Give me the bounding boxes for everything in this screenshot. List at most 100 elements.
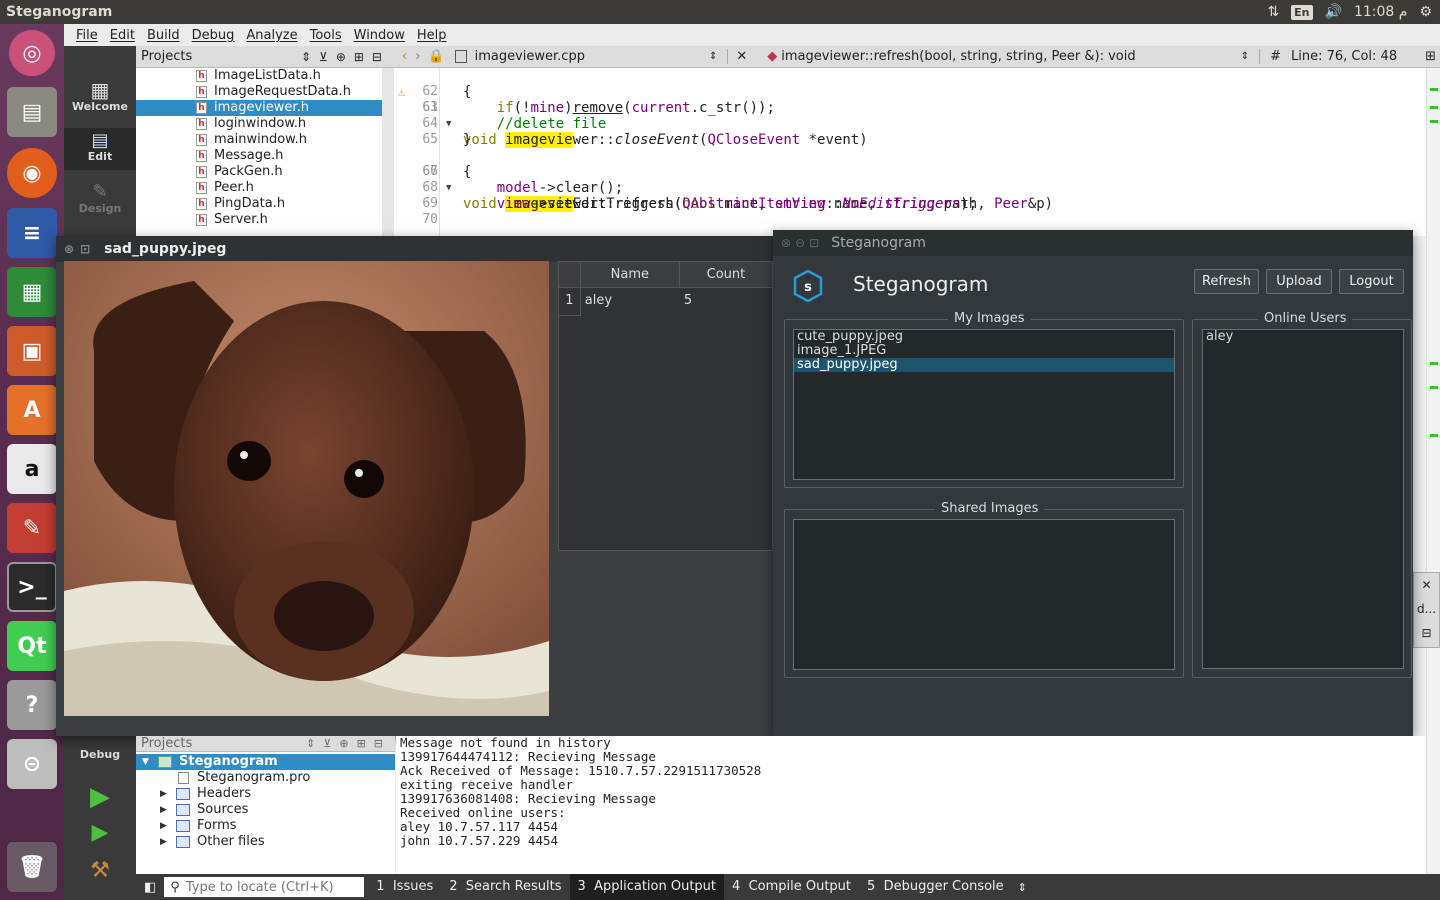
tree-item-sources[interactable]: ▶ Sources xyxy=(136,802,395,818)
more-tabs-arrow-icon[interactable]: ⇕ xyxy=(1012,881,1027,894)
menu-build[interactable]: Build xyxy=(141,28,186,43)
tree-item-forms[interactable]: ▶ Forms xyxy=(136,818,395,834)
tree-item-pro-file[interactable]: Steganogram.pro xyxy=(136,770,395,786)
window-close-icon[interactable]: ⊗ xyxy=(56,242,80,256)
tab-search-results[interactable]: 2 Search Results xyxy=(441,874,569,900)
back-arrow-icon[interactable]: ‹ xyxy=(394,49,415,64)
collapse-arrow-icon[interactable]: ▶ xyxy=(160,786,167,802)
file-item[interactable]: h Peer.h xyxy=(136,180,382,196)
file-dropdown-arrow-icon[interactable]: ⇕ xyxy=(709,51,717,62)
tab-debugger-console[interactable]: 5 Debugger Console xyxy=(859,874,1012,900)
my-images-list[interactable]: cute_puppy.jpeg image_1.JPEG sad_puppy.j… xyxy=(793,329,1175,480)
window-minimize-icon[interactable]: ⊖ xyxy=(795,236,809,250)
collapse-arrow-icon[interactable]: ▶ xyxy=(160,834,167,850)
file-item[interactable]: h loginwindow.h xyxy=(136,116,382,132)
list-item[interactable]: sad_puppy.jpeg xyxy=(794,358,1174,372)
libreoffice-impress-icon[interactable]: ▣ xyxy=(7,326,57,376)
column-header-count[interactable]: Count xyxy=(680,262,772,287)
list-item[interactable]: cute_puppy.jpeg xyxy=(794,330,1174,344)
expand-arrow-icon[interactable]: ▼ xyxy=(142,754,149,770)
files-icon[interactable]: ▤ xyxy=(7,87,57,137)
toggle-sidebar-icon[interactable]: ◧ xyxy=(136,880,164,895)
project-root[interactable]: ▼ Steganogram xyxy=(136,754,395,770)
file-item[interactable]: h Server.h xyxy=(136,212,382,228)
code-editor[interactable]: ⚠ 61 ▼ void imageviewer::closeEvent(QClo… xyxy=(394,68,1440,236)
window-maximize-icon[interactable]: ⊡ xyxy=(809,236,831,250)
build-hammer-icon[interactable]: ⚒ xyxy=(64,858,136,883)
shared-images-list[interactable] xyxy=(793,519,1175,670)
share-count-table[interactable]: Name Count 1 aley 5 xyxy=(558,261,773,551)
projects-pane-title[interactable]: Projects xyxy=(141,49,192,64)
libreoffice-writer-icon[interactable]: ≡ xyxy=(7,208,57,258)
volume-icon[interactable]: 🔊 xyxy=(1325,4,1342,20)
open-file-name[interactable]: imageviewer.cpp xyxy=(475,49,585,64)
application-output[interactable]: Message not found in history 13991764447… xyxy=(396,736,1426,874)
tab-compile-output[interactable]: 4 Compile Output xyxy=(724,874,859,900)
menu-tools[interactable]: Tools xyxy=(304,28,348,43)
pane-toolbar-icons[interactable]: ⇕⊻⊕⊞⊟ xyxy=(301,50,394,64)
column-header-name[interactable]: Name xyxy=(581,262,680,287)
file-item[interactable]: h PingData.h xyxy=(136,196,382,212)
refresh-button[interactable]: Refresh xyxy=(1194,269,1259,294)
menu-help[interactable]: Help xyxy=(411,28,453,43)
file-item[interactable]: h PackGen.h xyxy=(136,164,382,180)
logout-button[interactable]: Logout xyxy=(1339,269,1404,294)
help-icon[interactable]: ? xyxy=(7,680,57,730)
debug-run-icon[interactable]: ▶ xyxy=(64,820,136,845)
file-item[interactable]: h Message.h xyxy=(136,148,382,164)
file-item[interactable]: h mainwindow.h xyxy=(136,132,382,148)
keyboard-language-indicator[interactable]: En xyxy=(1291,4,1313,20)
terminal-icon[interactable]: >_ xyxy=(7,562,57,612)
mode-design[interactable]: ✎ Design xyxy=(64,182,136,216)
menu-edit[interactable]: Edit xyxy=(104,28,141,43)
network-icon[interactable]: ⇅ xyxy=(1267,4,1279,20)
editor-scrollbar[interactable] xyxy=(1426,68,1440,236)
menu-window[interactable]: Window xyxy=(348,28,411,43)
menu-file[interactable]: File xyxy=(70,28,104,43)
settings-gear-icon[interactable]: ⚙ xyxy=(1419,4,1432,20)
menu-debug[interactable]: Debug xyxy=(186,28,241,43)
ubuntu-dash-icon[interactable]: ◎ xyxy=(9,30,55,76)
mode-debug[interactable]: Debug xyxy=(64,748,136,761)
file-item[interactable]: h ImageListData.h xyxy=(136,68,382,84)
run-icon[interactable]: ▶ xyxy=(64,782,136,812)
list-item[interactable]: aley xyxy=(1203,330,1403,344)
online-users-list[interactable]: aley xyxy=(1202,329,1404,669)
mode-welcome[interactable]: ▦ Welcome xyxy=(64,80,136,113)
function-dropdown-arrow-icon[interactable]: ⇕ xyxy=(1241,51,1259,62)
disk-drive-icon[interactable]: ⊝ xyxy=(7,739,57,789)
split-editor-icon[interactable]: ⊞ xyxy=(1397,49,1440,64)
qt-creator-icon[interactable]: Qt xyxy=(7,621,57,671)
function-selector[interactable]: imageviewer::refresh(bool, string, strin… xyxy=(781,49,1135,64)
software-center-icon[interactable]: A xyxy=(7,385,57,435)
upload-button[interactable]: Upload xyxy=(1266,269,1332,294)
file-item[interactable]: h ImageRequestData.h xyxy=(136,84,382,100)
pane-toolbar-icons[interactable]: ⇕⊻⊕⊞⊟ xyxy=(306,737,395,750)
close-icon[interactable]: ✕ xyxy=(1414,573,1439,597)
tree-item-headers[interactable]: ▶ Headers xyxy=(136,786,395,802)
cursor-position[interactable]: Line: 76, Col: 48 xyxy=(1291,49,1397,64)
firefox-icon[interactable]: ◉ xyxy=(7,148,57,198)
collapse-arrow-icon[interactable]: ▶ xyxy=(160,802,167,818)
window-close-icon[interactable]: ⊗ xyxy=(773,236,795,250)
menu-analyze[interactable]: Analyze xyxy=(240,28,303,43)
mode-edit[interactable]: ▤ Edit xyxy=(64,128,136,170)
forward-arrow-icon[interactable]: › xyxy=(415,49,428,64)
bottom-projects-title[interactable]: Projects xyxy=(141,736,192,751)
tab-issues[interactable]: 1 Issues xyxy=(368,874,441,900)
collapse-arrow-icon[interactable]: ▶ xyxy=(160,818,167,834)
close-file-icon[interactable]: ✕ xyxy=(727,49,755,64)
panel-icon[interactable]: ⊟ xyxy=(1414,621,1439,645)
list-item[interactable]: image_1.JPEG xyxy=(794,344,1174,358)
trash-icon[interactable]: 🗑 xyxy=(7,842,57,892)
clock[interactable]: 11:08 م xyxy=(1354,4,1407,20)
locator-input[interactable]: ⚲ Type to locate (Ctrl+K) xyxy=(164,877,365,897)
amazon-icon[interactable]: a xyxy=(7,444,57,494)
side-panel-label[interactable]: d... xyxy=(1414,597,1439,621)
table-row[interactable]: 1 aley 5 xyxy=(559,288,772,316)
libreoffice-calc-icon[interactable]: ▦ xyxy=(7,267,57,317)
tree-item-other-files[interactable]: ▶ Other files xyxy=(136,834,395,850)
system-settings-icon[interactable]: ✎ xyxy=(7,503,57,553)
tab-application-output[interactable]: 3 Application Output xyxy=(569,874,725,900)
window-maximize-icon[interactable]: ⊡ xyxy=(80,242,104,256)
